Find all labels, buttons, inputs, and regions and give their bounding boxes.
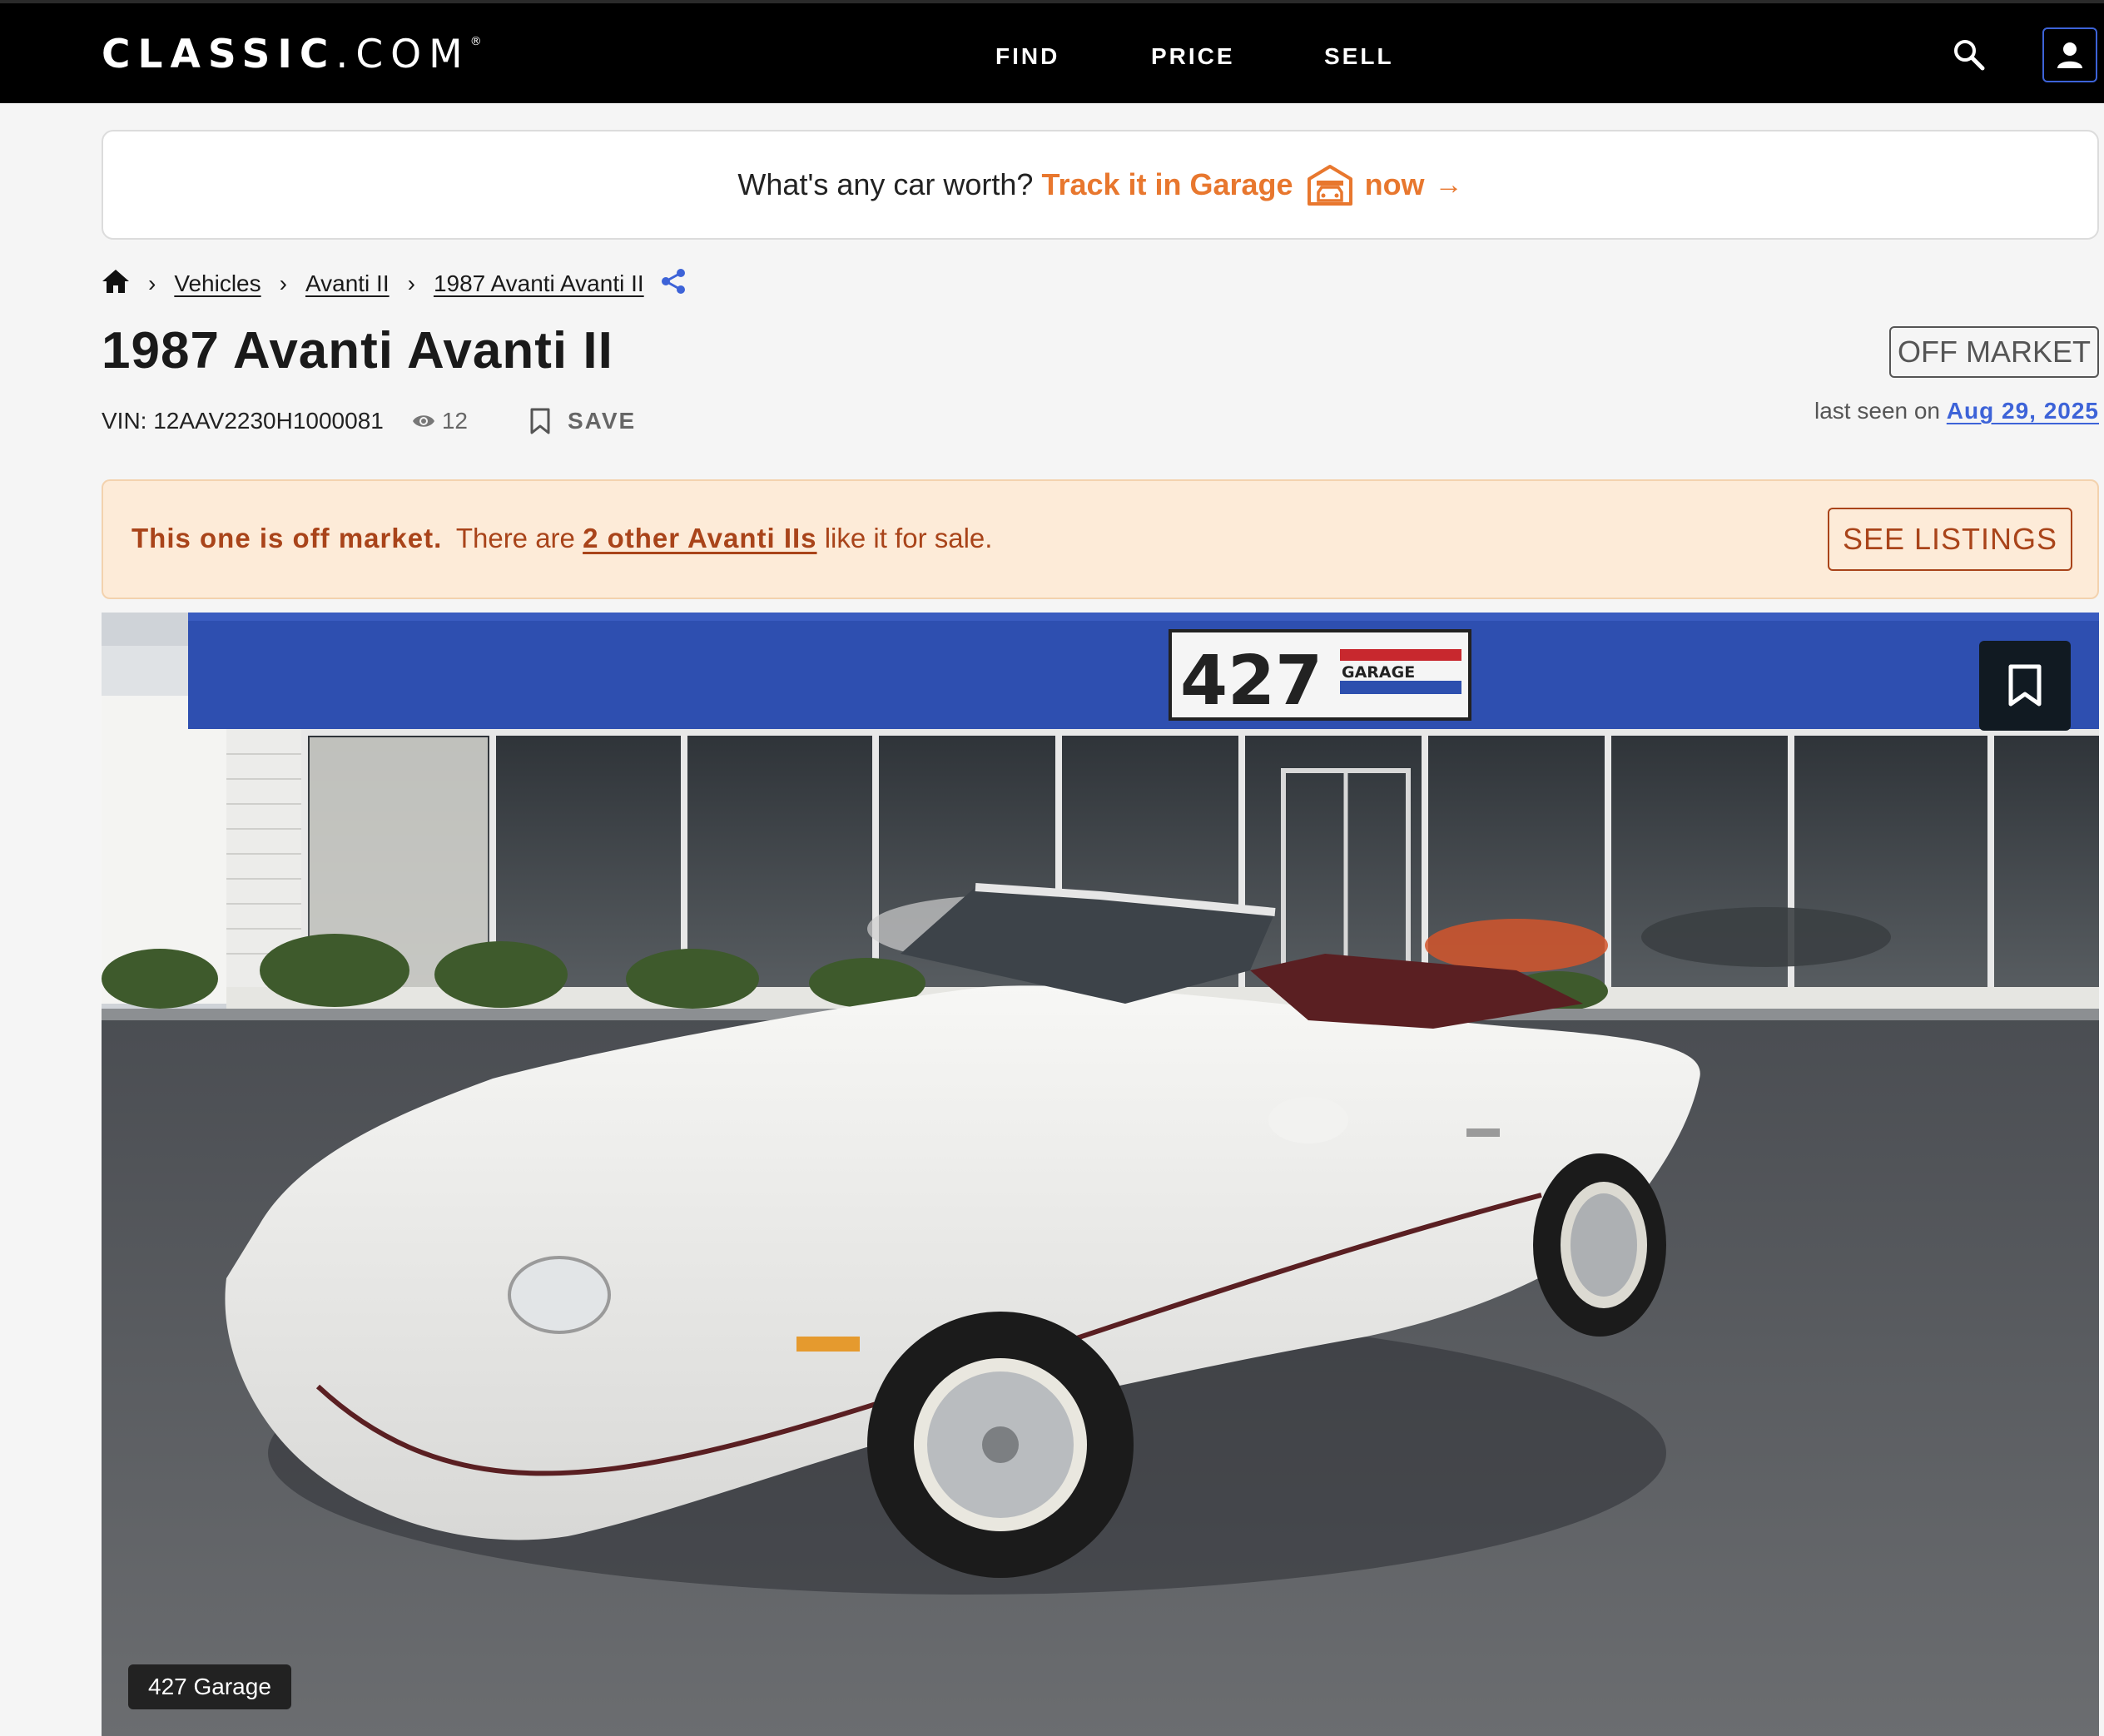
garage-icon <box>1307 164 1353 206</box>
chevron-right-icon: › <box>279 270 287 296</box>
breadcrumb: › Vehicles › Avanti II › 1987 Avanti Ava… <box>102 263 687 305</box>
save-button[interactable]: SAVE <box>529 408 636 434</box>
bookmark-icon <box>2008 664 2042 707</box>
last-seen: last seen on Aug 29, 2025 <box>1814 398 2099 424</box>
vehicle-photo-illustration: 427 GARAGE <box>102 613 2099 1736</box>
site-logo[interactable]: CLASSIC.COM® <box>102 32 482 77</box>
last-seen-date[interactable]: Aug 29, 2025 <box>1947 398 2099 424</box>
other-listings-link[interactable]: 2 other Avanti IIs <box>583 523 816 553</box>
photo-credit: 427 Garage <box>128 1664 291 1709</box>
chevron-right-icon: › <box>148 270 156 296</box>
promo-cta[interactable]: Track it in Garage <box>1041 167 1293 202</box>
alert-heading: This one is off market. <box>132 523 443 553</box>
breadcrumb-vehicles[interactable]: Vehicles <box>174 270 261 297</box>
promo-question: What's any car worth? <box>737 167 1034 201</box>
bookmark-icon <box>530 408 550 434</box>
breadcrumb-current[interactable]: 1987 Avanti Avanti II <box>434 270 644 297</box>
status-badge: OFF MARKET <box>1889 326 2099 378</box>
sign-word: GARAGE <box>1342 663 1415 682</box>
alert-suffix: like it for sale. <box>824 523 993 553</box>
sign-number: 427 <box>1180 642 1322 721</box>
share-icon[interactable] <box>659 267 687 301</box>
top-navigation: CLASSIC.COM® FIND PRICE SELL <box>0 0 2104 103</box>
account-button[interactable] <box>2042 27 2097 82</box>
vin-label: VIN: 12AAV2230H1000081 <box>102 408 384 434</box>
view-count-value: 12 <box>441 408 468 434</box>
breadcrumb-make[interactable]: Avanti II <box>305 270 390 297</box>
photo-save-button[interactable] <box>1979 641 2071 731</box>
nav-find-link[interactable]: FIND <box>995 43 1059 70</box>
home-icon[interactable] <box>102 268 130 300</box>
arrow-right-icon: → <box>1434 168 1463 201</box>
save-label: SAVE <box>568 408 637 434</box>
eye-icon <box>412 415 434 427</box>
user-icon <box>2057 42 2082 68</box>
last-seen-prefix: last seen on <box>1814 398 1941 424</box>
nav-sell-link[interactable]: SELL <box>1324 43 1394 70</box>
promo-cta-now[interactable]: now <box>1365 167 1425 202</box>
off-market-alert: This one is off market. There are 2 othe… <box>102 479 2099 599</box>
nav-price-link[interactable]: PRICE <box>1151 43 1235 70</box>
alert-prefix: There are <box>455 523 575 553</box>
view-count: 12 <box>412 408 468 434</box>
see-listings-button[interactable]: SEE LISTINGS <box>1828 508 2072 571</box>
chevron-right-icon: › <box>407 270 415 296</box>
vehicle-photo[interactable]: 427 GARAGE 427 Garage <box>102 613 2099 1736</box>
page-title: 1987 Avanti Avanti II <box>102 322 613 379</box>
search-icon[interactable] <box>1951 37 1987 73</box>
listing-meta: VIN: 12AAV2230H1000081 12 SAVE <box>102 408 636 434</box>
garage-promo-banner[interactable]: What's any car worth? Track it in Garage… <box>102 130 2099 240</box>
